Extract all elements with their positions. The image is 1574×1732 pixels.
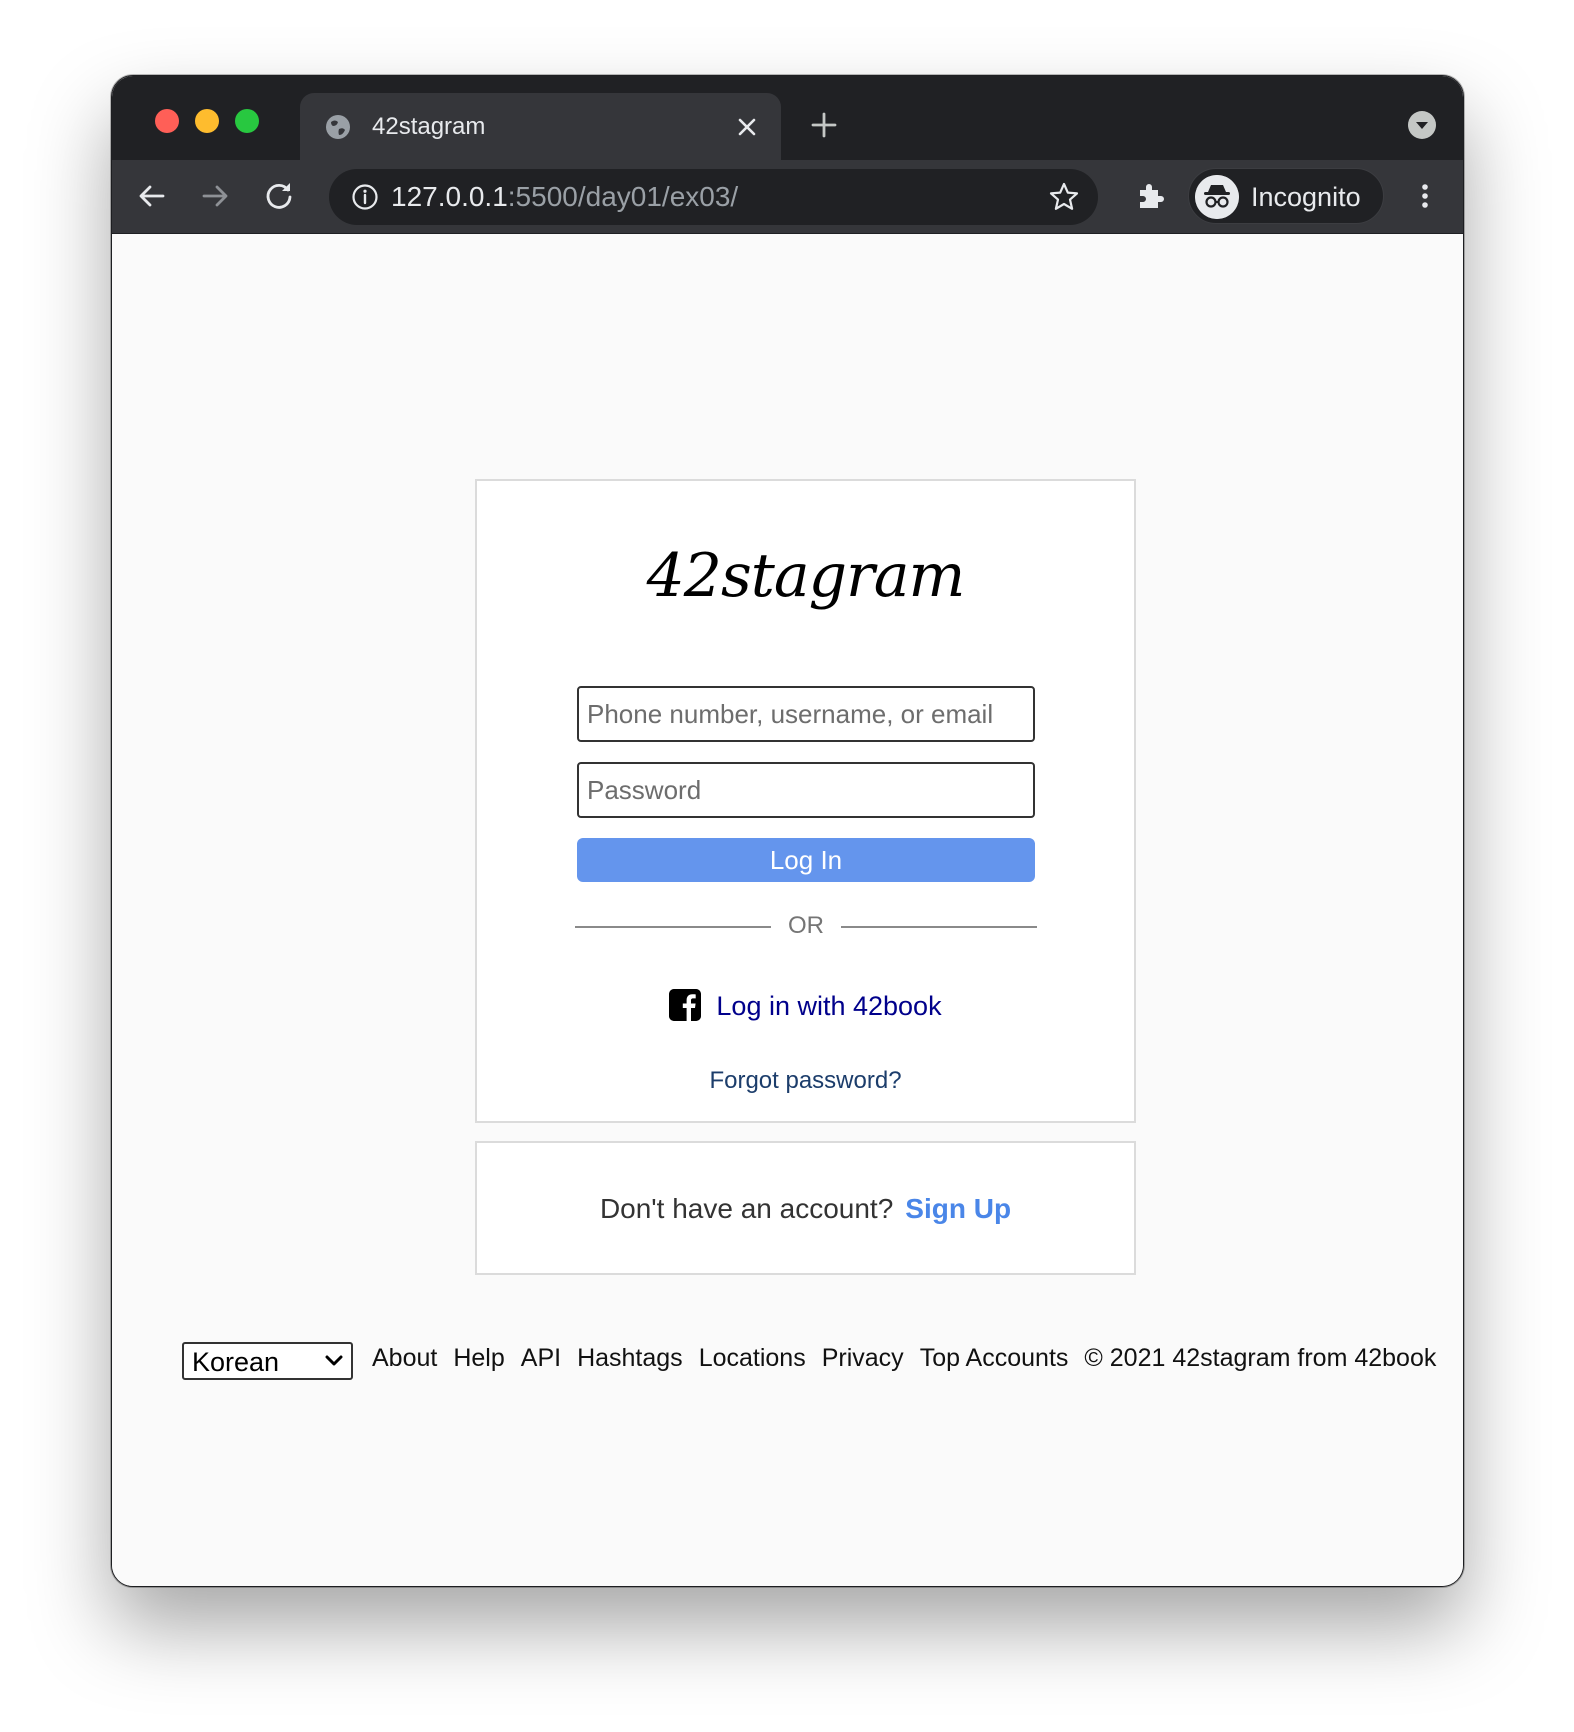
chevron-down-circle-icon[interactable] <box>1407 110 1437 140</box>
login-button[interactable]: Log In <box>577 838 1035 882</box>
info-icon[interactable] <box>351 183 379 211</box>
footer-link-hashtags[interactable]: Hashtags <box>577 1344 683 1372</box>
footer-link-locations[interactable]: Locations <box>699 1344 806 1372</box>
login-card: 42stagram Log In OR Log in with 42book F… <box>475 479 1136 1123</box>
plus-icon[interactable] <box>809 110 839 140</box>
maximize-window-button[interactable] <box>235 109 259 133</box>
globe-icon <box>326 115 350 139</box>
footer-link-privacy[interactable]: Privacy <box>822 1344 904 1372</box>
url-host: 127.0.0.1 <box>391 181 508 212</box>
url-path: :5500/day01/ex03/ <box>507 181 739 212</box>
kebab-icon[interactable] <box>1407 178 1443 214</box>
divider-line-right <box>841 926 1037 928</box>
signup-card: Don't have an account? Sign Up <box>475 1141 1136 1275</box>
tab-strip: 42stagram <box>112 76 1463 160</box>
divider-line-left <box>575 926 771 928</box>
toolbar: 127.0.0.1:5500/day01/ex03/ Incognito <box>112 160 1463 234</box>
incognito-profile-button[interactable]: Incognito <box>1188 168 1384 224</box>
browser-window: 42stagram 127.0.0.1:5500/day01/ex03/ Inc… <box>111 75 1464 1587</box>
signup-row: Don't have an account? Sign Up <box>477 1191 1134 1227</box>
signup-question: Don't have an account? <box>599 1193 894 1224</box>
footer-link-top-accounts[interactable]: Top Accounts <box>920 1344 1069 1372</box>
address-bar[interactable]: 127.0.0.1:5500/day01/ex03/ <box>329 169 1098 225</box>
minimize-window-button[interactable] <box>195 109 219 133</box>
language-value: Korean <box>192 1347 280 1377</box>
copyright-text: © 2021 42stagram from 42book <box>1084 1344 1437 1372</box>
facebook-icon <box>669 989 702 1021</box>
or-text: OR <box>788 912 824 939</box>
incognito-icon <box>1195 175 1239 219</box>
star-icon[interactable] <box>1048 181 1080 213</box>
footer-link-api[interactable]: API <box>521 1344 561 1372</box>
tab-title: 42stagram <box>372 113 486 140</box>
username-input[interactable] <box>577 686 1035 742</box>
social-login-label: Log in with 42book <box>716 991 942 1021</box>
footer-link-about[interactable]: About <box>372 1344 437 1372</box>
arrow-left-icon[interactable] <box>134 178 170 214</box>
signup-link[interactable]: Sign Up <box>905 1193 1011 1224</box>
footer-link-help[interactable]: Help <box>453 1344 504 1372</box>
social-login-link[interactable]: Log in with 42book <box>669 986 942 1026</box>
url-text[interactable]: 127.0.0.1:5500/day01/ex03/ <box>391 180 738 214</box>
close-icon[interactable] <box>733 113 761 141</box>
language-select[interactable]: Korean <box>182 1342 353 1380</box>
tab-42stagram[interactable]: 42stagram <box>300 93 781 160</box>
footer: Korean About Help API Hashtags Locations Priv… <box>182 1338 1436 1380</box>
site-logo: 42stagram <box>646 541 966 611</box>
arrow-right-icon[interactable] <box>197 178 233 214</box>
page-content: 42stagram Log In OR Log in with 42book F… <box>112 234 1463 1586</box>
social-login-row: Log in with 42book <box>477 986 1134 1026</box>
reload-icon[interactable] <box>261 178 297 214</box>
forgot-password-link[interactable]: Forgot password? <box>477 1066 1134 1096</box>
incognito-label: Incognito <box>1251 182 1361 212</box>
or-divider: OR <box>575 911 1037 941</box>
footer-links: About Help API Hashtags Locations Privacy Top … <box>372 1338 1436 1378</box>
puzzle-icon[interactable] <box>1132 178 1168 214</box>
close-window-button[interactable] <box>155 109 179 133</box>
password-input[interactable] <box>577 762 1035 818</box>
chevron-down-icon <box>325 1355 343 1366</box>
